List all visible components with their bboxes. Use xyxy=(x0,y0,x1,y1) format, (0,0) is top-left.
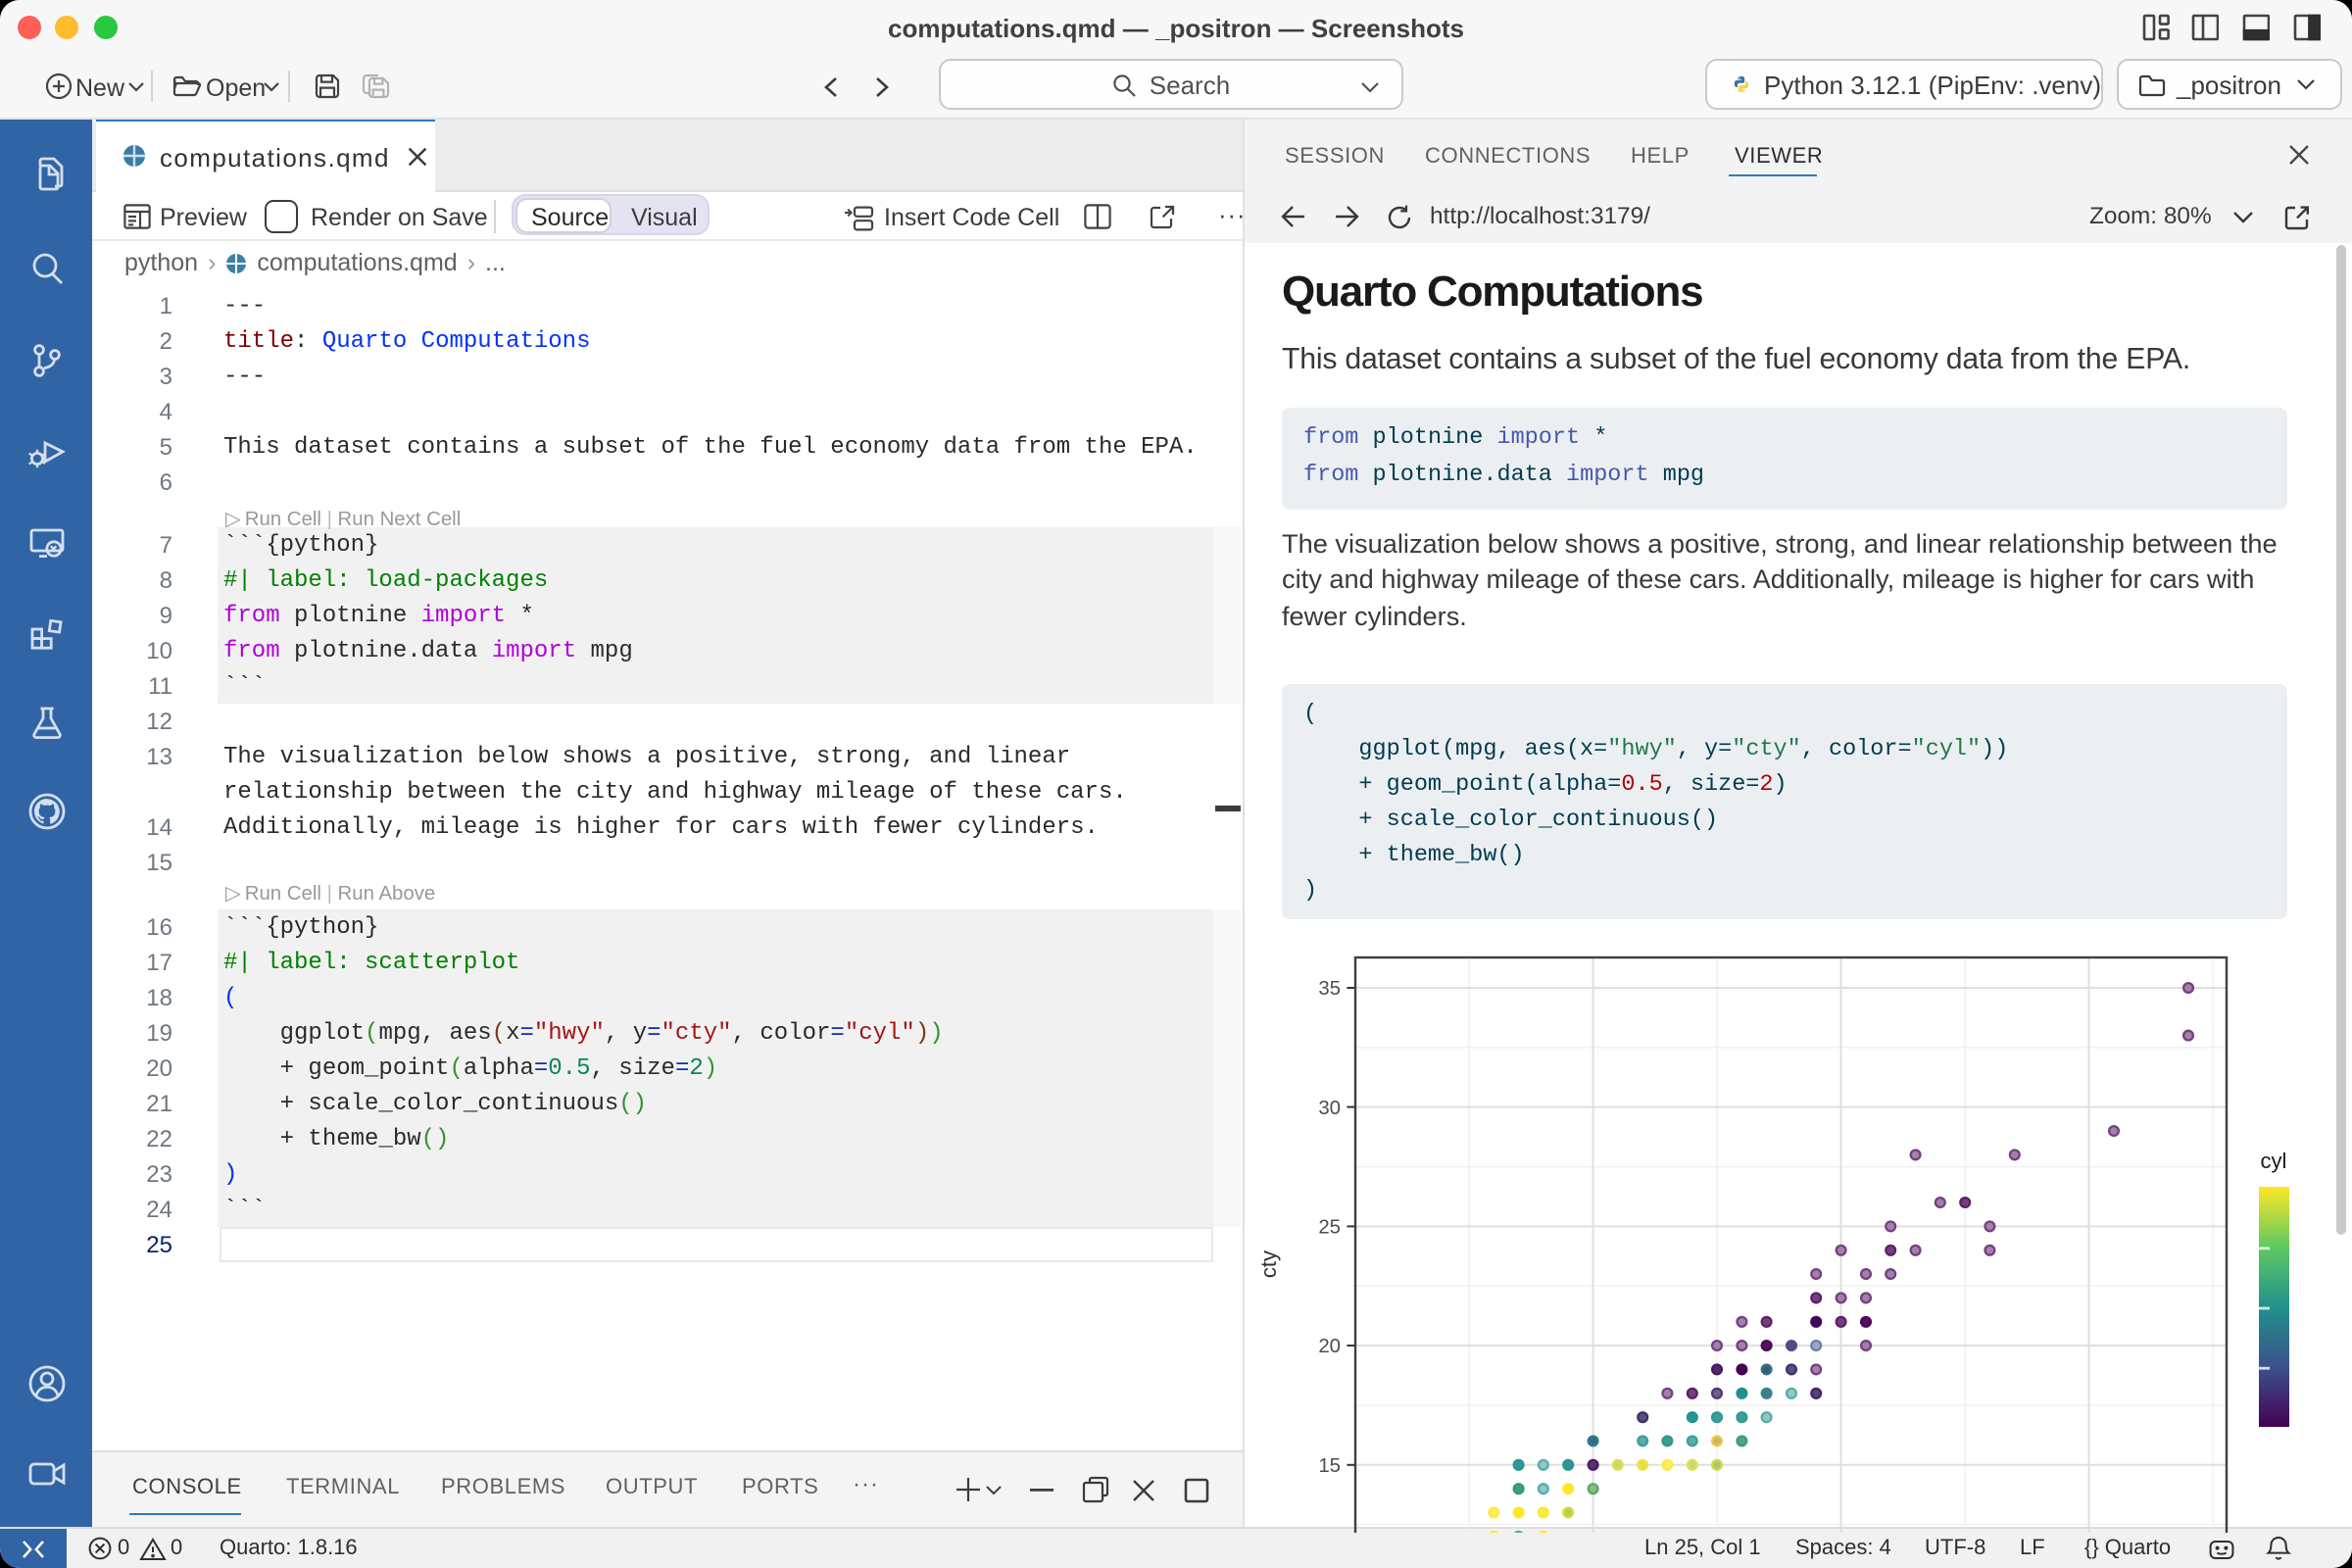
svg-text:20: 20 xyxy=(1318,1336,1341,1357)
svg-text:30: 30 xyxy=(1318,1098,1341,1119)
svg-text:15: 15 xyxy=(1318,1455,1341,1477)
svg-text:35: 35 xyxy=(1318,978,1341,1000)
svg-text:cty: cty xyxy=(1256,1250,1281,1278)
svg-text:25: 25 xyxy=(1318,1217,1341,1239)
svg-text:cyl: cyl xyxy=(2261,1149,2287,1173)
